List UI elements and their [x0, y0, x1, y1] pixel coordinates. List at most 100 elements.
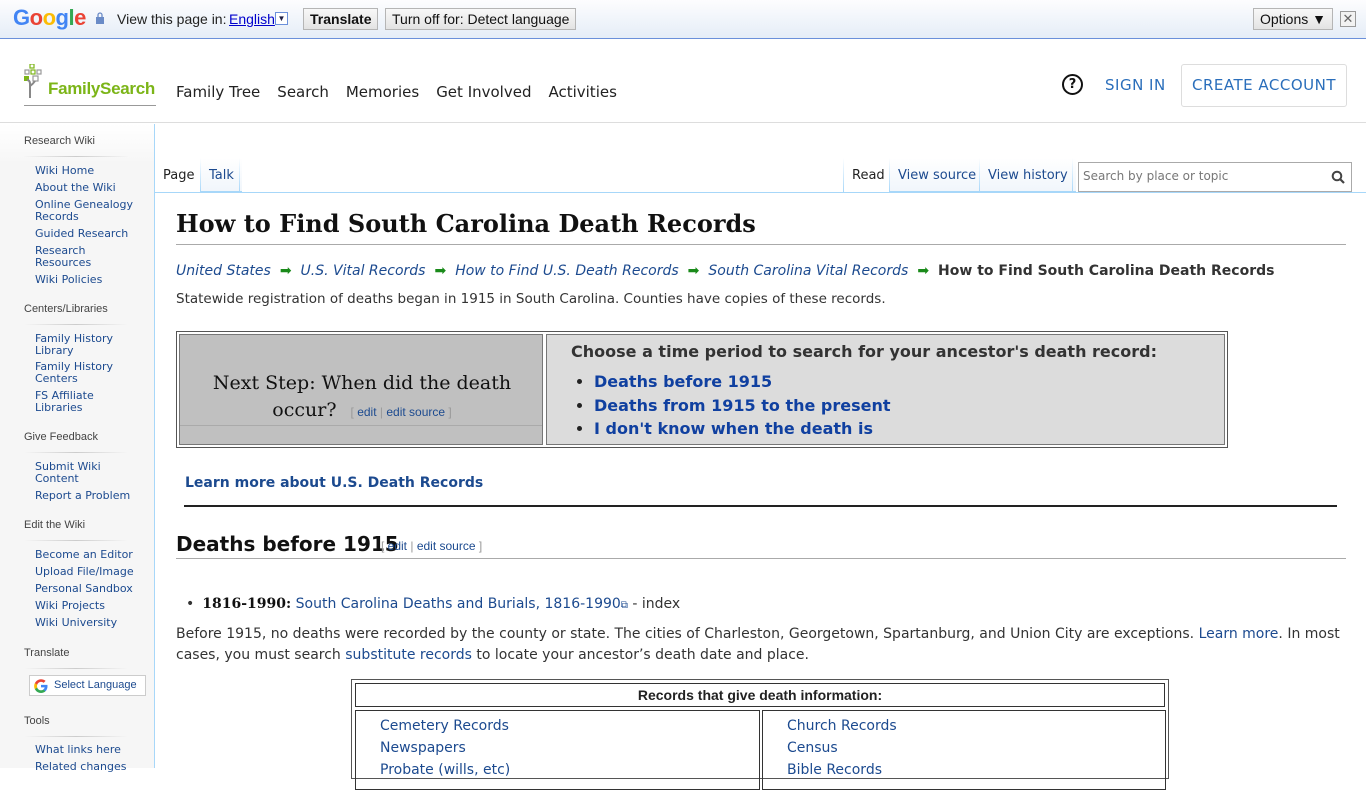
choose-period-heading: Choose a time period to search for your … — [571, 342, 1157, 361]
heading-underline — [180, 425, 542, 426]
nav-activities[interactable]: Activities — [548, 83, 616, 101]
search-placeholder: Search by place or topic — [1083, 169, 1229, 183]
tab-view-source[interactable]: View source — [890, 158, 985, 192]
search-icon[interactable] — [1331, 170, 1345, 184]
records-table-left-column: Cemetery Records Newspapers Probate (wil… — [355, 710, 760, 790]
breadcrumb-sc-vital-records[interactable]: South Carolina Vital Records — [708, 263, 908, 279]
breadcrumb-us-vital-records[interactable]: U.S. Vital Records — [301, 263, 426, 279]
unknown-death-date-link[interactable]: I don't know when the death is — [594, 419, 873, 438]
sidebar-item-upload-file[interactable]: Upload File/Image — [35, 566, 145, 578]
arrow-right-icon: ➡ — [279, 263, 292, 279]
sidebar-heading-tools: Tools — [24, 715, 50, 727]
divider — [24, 156, 128, 157]
google-translate-bar: Google View this page in: English ▼ Tran… — [0, 0, 1366, 39]
divider — [24, 452, 128, 453]
sidebar-item-submit-wiki-content[interactable]: Submit Wiki Content — [35, 461, 105, 485]
sidebar-item-report-problem[interactable]: Report a Problem — [35, 490, 145, 502]
sidebar-item-online-genealogy-records[interactable]: Online Genealogy Records — [35, 199, 135, 223]
learn-more-link[interactable]: Learn more — [1199, 626, 1279, 642]
census-link[interactable]: Census — [787, 740, 838, 756]
arrow-right-icon: ➡ — [917, 263, 930, 279]
sc-deaths-burials-link[interactable]: South Carolina Deaths and Burials, 1816-… — [296, 596, 621, 612]
logo-text: FamilySearch — [48, 79, 155, 98]
next-step-question-cell: Next Step: When did the death occur?[ ed… — [179, 334, 543, 445]
sidebar-heading-centers-libraries: Centers/Libraries — [24, 303, 108, 315]
nav-search[interactable]: Search — [277, 83, 329, 101]
sidebar-item-family-history-centers[interactable]: Family History Centers — [35, 361, 115, 385]
create-account-button[interactable]: CREATE ACCOUNT — [1181, 64, 1347, 107]
sidebar-item-wiki-policies[interactable]: Wiki Policies — [35, 274, 145, 286]
edit-source-link[interactable]: edit source — [417, 539, 476, 553]
deaths-1915-present-link[interactable]: Deaths from 1915 to the present — [594, 396, 891, 415]
newspapers-link[interactable]: Newspapers — [380, 740, 466, 756]
language-link[interactable]: English — [229, 11, 275, 27]
probate-link[interactable]: Probate (wills, etc) — [380, 762, 510, 778]
sign-in-link[interactable]: SIGN IN — [1105, 76, 1166, 94]
lock-icon — [96, 12, 104, 24]
nav-family-tree[interactable]: Family Tree — [176, 83, 260, 101]
sidebar-item-wiki-university[interactable]: Wiki University — [35, 617, 145, 629]
tab-separator — [1072, 158, 1073, 192]
external-link-icon: ⧉ — [620, 600, 628, 611]
edit-link[interactable]: edit — [388, 539, 407, 553]
wiki-search-input[interactable]: Search by place or topic — [1078, 162, 1352, 192]
help-icon[interactable]: ? — [1062, 74, 1083, 95]
records-table-right-column: Church Records Census Bible Records — [762, 710, 1166, 790]
heading-underline — [176, 558, 1346, 559]
time-period-cell: Choose a time period to search for your … — [546, 334, 1225, 445]
section-heading-deaths-before-1915: Deaths before 1915 — [176, 532, 399, 556]
familysearch-logo[interactable]: FamilySearch — [24, 64, 156, 106]
sidebar-item-wiki-home[interactable]: Wiki Home — [35, 165, 145, 177]
options-button[interactable]: Options ▼ — [1253, 8, 1333, 30]
main-nav: Family Tree Search Memories Get Involved Act… — [176, 83, 634, 101]
intro-paragraph: Statewide registration of deaths began i… — [176, 291, 886, 307]
tab-talk[interactable]: Talk — [201, 158, 242, 192]
year-range: 1816-1990: — [202, 596, 292, 612]
tab-page[interactable]: Page — [155, 158, 203, 192]
records-table: Records that give death information: Cem… — [351, 679, 1169, 790]
tab-view-history[interactable]: View history — [980, 158, 1076, 192]
edit-link[interactable]: edit — [357, 405, 376, 419]
church-records-link[interactable]: Church Records — [787, 718, 897, 734]
google-logo: Google — [13, 5, 86, 30]
section-divider — [184, 505, 1337, 507]
sidebar-item-guided-research[interactable]: Guided Research — [35, 228, 145, 240]
tab-read[interactable]: Read — [844, 158, 893, 192]
sidebar-item-related-changes[interactable]: Related changes — [35, 761, 145, 773]
paragraph-text: Before 1915, no deaths were recorded by … — [176, 626, 1195, 642]
deaths-before-1915-link[interactable]: Deaths before 1915 — [594, 372, 772, 391]
arrow-right-icon: ➡ — [434, 263, 447, 279]
close-icon[interactable]: ✕ — [1340, 11, 1356, 27]
breadcrumb-united-states[interactable]: United States — [176, 263, 271, 279]
nav-memories[interactable]: Memories — [346, 83, 419, 101]
google-g-icon — [34, 679, 48, 693]
learn-more-us-death-records-link[interactable]: Learn more about U.S. Death Records — [185, 475, 483, 491]
edit-source-link[interactable]: edit source — [386, 405, 445, 419]
sidebar-item-what-links-here[interactable]: What links here — [35, 744, 145, 756]
records-table-heading: Records that give death information: — [355, 683, 1165, 707]
section-edit-links: [ edit | edit source ] — [381, 539, 483, 553]
bible-records-link[interactable]: Bible Records — [787, 762, 882, 778]
sidebar-heading-edit-wiki: Edit the Wiki — [24, 519, 86, 531]
sidebar-item-wiki-projects[interactable]: Wiki Projects — [35, 600, 145, 612]
nav-get-involved[interactable]: Get Involved — [436, 83, 531, 101]
language-dropdown-icon[interactable]: ▼ — [275, 12, 288, 25]
sidebar-item-family-history-library[interactable]: Family History Library — [35, 333, 115, 357]
turn-off-button[interactable]: Turn off for: Detect language — [385, 8, 577, 30]
translate-button[interactable]: Translate — [303, 8, 379, 30]
time-period-list: Deaths before 1915 Deaths from 1915 to t… — [594, 370, 891, 441]
view-page-label: View this page in: — [117, 11, 227, 27]
list-item: Deaths from 1915 to the present — [594, 394, 891, 418]
breadcrumb-us-death-records[interactable]: How to Find U.S. Death Records — [455, 263, 678, 279]
paragraph-text: to locate your ancestor’s death date and… — [476, 647, 809, 663]
breadcrumb-current: How to Find South Carolina Death Records — [938, 263, 1275, 279]
sidebar-item-about-wiki[interactable]: About the Wiki — [35, 182, 145, 194]
cemetery-records-link[interactable]: Cemetery Records — [380, 718, 509, 734]
substitute-records-link[interactable]: substitute records — [345, 647, 472, 663]
page-title: How to Find South Carolina Death Records — [176, 209, 756, 238]
sidebar-item-research-resources[interactable]: Research Resources — [35, 245, 95, 269]
sidebar-item-fs-affiliate-libraries[interactable]: FS Affiliate Libraries — [35, 390, 105, 414]
select-language-dropdown[interactable]: Select Language — [29, 675, 146, 696]
sidebar-item-become-editor[interactable]: Become an Editor — [35, 549, 145, 561]
sidebar-item-personal-sandbox[interactable]: Personal Sandbox — [35, 583, 145, 595]
